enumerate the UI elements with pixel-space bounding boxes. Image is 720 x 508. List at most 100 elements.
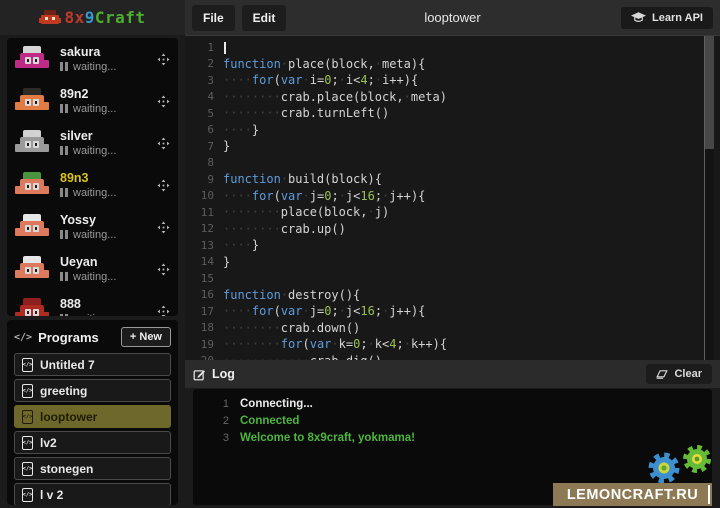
player-name: 89n2: [60, 88, 116, 100]
move-player-button[interactable]: [157, 137, 170, 150]
code-line[interactable]: 7}: [185, 138, 720, 155]
eraser-icon: [656, 370, 668, 379]
blue-gear-icon: [652, 456, 676, 480]
pause-icon: [60, 188, 68, 197]
pause-icon: [60, 272, 68, 281]
log-line-text: Welcome to 8x9craft, yokmama!: [240, 432, 415, 444]
code-brackets-icon: </>: [14, 332, 32, 343]
code-text: ····for(var·j=0;·j<16;·j++){: [223, 304, 425, 318]
program-item-label: l v 2: [40, 488, 63, 502]
program-item[interactable]: </>Untitled 7: [14, 353, 171, 376]
line-number: 7: [185, 140, 223, 153]
move-player-button[interactable]: [157, 305, 170, 317]
watermark-banner: LEMONCRAFT.RU: [553, 483, 712, 506]
player-row[interactable]: Yossy waiting...: [7, 206, 178, 248]
move-player-button[interactable]: [157, 263, 170, 276]
log-line-text: Connected: [240, 415, 299, 427]
code-line[interactable]: 11········place(block,·j): [185, 204, 720, 221]
line-number: 13: [185, 239, 223, 252]
player-row[interactable]: 89n3waiting...: [7, 164, 178, 206]
code-line[interactable]: 13····}: [185, 237, 720, 254]
line-number: 15: [185, 272, 223, 285]
code-line[interactable]: 1: [185, 39, 720, 56]
code-line[interactable]: 5········crab.turnLeft(): [185, 105, 720, 122]
code-line[interactable]: 19········for(var·k=0;·k<4;·k++){: [185, 336, 720, 353]
line-number: 14: [185, 255, 223, 268]
player-name: Yossy: [60, 214, 116, 226]
new-program-button[interactable]: + New: [121, 327, 171, 347]
player-status: waiting...: [60, 229, 116, 241]
player-name: silver: [60, 130, 116, 142]
line-number: 9: [185, 173, 223, 186]
code-line[interactable]: 4········crab.place(block,·meta): [185, 89, 720, 106]
player-avatar: [15, 46, 49, 73]
code-line[interactable]: 3····for(var·i=0;·i<4;·i++){: [185, 72, 720, 89]
log-row: 1Connecting...: [193, 395, 712, 412]
pause-icon: [60, 104, 68, 113]
log-row: 2Connected: [193, 412, 712, 429]
program-item-label: lv2: [40, 436, 57, 450]
editor-scrollbar-thumb[interactable]: [705, 36, 714, 149]
program-item[interactable]: </>l v 2: [14, 483, 171, 505]
code-line[interactable]: 10····for(var·j=0;·j<16;·j++){: [185, 188, 720, 205]
code-text: [223, 40, 226, 54]
player-status-text: waiting...: [73, 313, 116, 317]
programs-panel: </> Programs + New </>Untitled 7 </>greet…: [7, 320, 178, 505]
code-line[interactable]: 18········crab.down(): [185, 320, 720, 337]
code-editor[interactable]: 12function·place(block,·meta){3····for(v…: [185, 35, 720, 360]
code-text: ········crab.down(): [223, 321, 360, 335]
player-row[interactable]: silver waiting...: [7, 122, 178, 164]
green-gear-icon: [686, 448, 708, 470]
player-list-panel: sakurawaiting... 89n2 waiting... silver wait…: [7, 38, 178, 316]
move-player-icon: [157, 137, 170, 150]
player-status-text: waiting...: [73, 103, 116, 115]
log-line-number: 3: [193, 432, 229, 444]
code-line[interactable]: 16function·destroy(){: [185, 287, 720, 304]
code-line[interactable]: 9function·build(block){: [185, 171, 720, 188]
editor-scrollbar[interactable]: [704, 36, 714, 360]
player-row[interactable]: 888waiting...: [7, 290, 178, 316]
code-line[interactable]: 8: [185, 155, 720, 172]
edit-menu-button[interactable]: Edit: [242, 5, 287, 31]
code-line[interactable]: 12········crab.up(): [185, 221, 720, 238]
program-item[interactable]: </>lv2: [14, 431, 171, 454]
code-line[interactable]: 14}: [185, 254, 720, 271]
log-line-number: 1: [193, 398, 229, 410]
clear-log-button[interactable]: Clear: [646, 364, 712, 384]
programs-header: </> Programs + New: [14, 325, 171, 349]
program-item[interactable]: </>greeting: [14, 379, 171, 402]
code-text: ········for(var·k=0;·k<4;·k++){: [223, 337, 447, 351]
move-player-icon: [157, 221, 170, 234]
player-info: silver waiting...: [60, 130, 116, 157]
code-line[interactable]: 6····}: [185, 122, 720, 139]
move-player-button[interactable]: [157, 221, 170, 234]
code-text: function·place(block,·meta){: [223, 57, 425, 71]
file-menu-button[interactable]: File: [192, 5, 235, 31]
player-row[interactable]: 89n2 waiting...: [7, 80, 178, 122]
code-line[interactable]: 17····for(var·j=0;·j<16;·j++){: [185, 303, 720, 320]
move-player-button[interactable]: [157, 179, 170, 192]
move-player-button[interactable]: [157, 95, 170, 108]
code-text: ········crab.place(block,·meta): [223, 90, 447, 104]
programs-title: Programs: [38, 330, 99, 345]
player-row[interactable]: Ueyanwaiting...: [7, 248, 178, 290]
code-text: ········place(block,·j): [223, 205, 389, 219]
line-number: 6: [185, 123, 223, 136]
program-item[interactable]: </>stonegen: [14, 457, 171, 480]
code-line[interactable]: 15: [185, 270, 720, 287]
learn-api-button[interactable]: Learn API: [621, 7, 713, 29]
player-avatar: [15, 214, 49, 241]
player-status-text: waiting...: [73, 145, 116, 157]
code-text: function·build(block){: [223, 172, 382, 186]
code-line[interactable]: 2function·place(block,·meta){: [185, 56, 720, 73]
pause-icon: [60, 146, 68, 155]
player-status: waiting...: [60, 103, 116, 115]
program-item[interactable]: </>looptower: [14, 405, 171, 428]
player-info: sakurawaiting...: [60, 46, 116, 73]
program-item-label: stonegen: [40, 462, 93, 476]
pause-icon: [60, 314, 68, 316]
move-player-button[interactable]: [157, 53, 170, 66]
player-row[interactable]: sakurawaiting...: [7, 38, 178, 80]
code-line[interactable]: 20············crab.dig(): [185, 353, 720, 361]
program-file-icon: </>: [22, 410, 33, 424]
